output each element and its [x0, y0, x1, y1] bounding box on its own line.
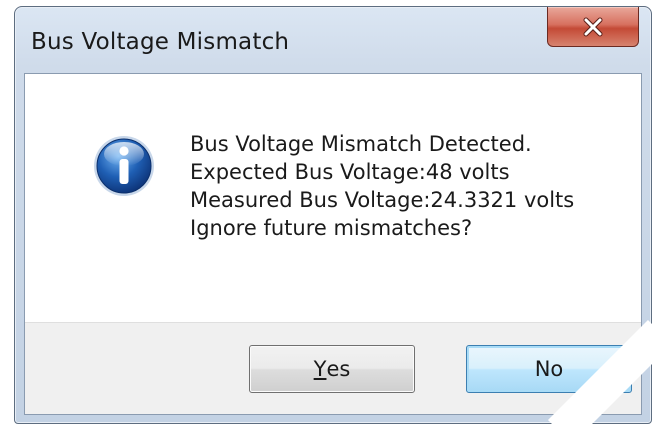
no-button[interactable]: No — [466, 345, 632, 393]
title-bar[interactable]: Bus Voltage Mismatch — [15, 7, 651, 75]
dialog-client-area: Bus Voltage Mismatch Detected. Expected … — [24, 73, 642, 415]
no-label: No — [534, 357, 564, 381]
screenshot-page: Bus Voltage Mismatch Bus Voltage Mismatc… — [0, 0, 660, 432]
yes-mnemonic: Y — [313, 357, 327, 381]
button-panel: Yes No — [25, 322, 641, 414]
message-dialog: Bus Voltage Mismatch Bus Voltage Mismatc… — [14, 6, 652, 424]
close-icon — [583, 17, 603, 36]
message-line: Ignore future mismatches? — [190, 216, 473, 240]
message-panel: Bus Voltage Mismatch Detected. Expected … — [25, 74, 641, 322]
message-line: Measured Bus Voltage:24.3321 volts — [190, 188, 575, 212]
yes-button[interactable]: Yes — [249, 345, 415, 393]
dialog-title: Bus Voltage Mismatch — [31, 29, 290, 55]
information-icon — [92, 134, 156, 198]
message-line: Expected Bus Voltage:48 volts — [190, 160, 510, 184]
message-text: Bus Voltage Mismatch Detected. Expected … — [190, 130, 574, 242]
message-line: Bus Voltage Mismatch Detected. — [190, 132, 532, 156]
yes-label-rest: es — [326, 357, 351, 381]
close-button[interactable] — [547, 7, 639, 47]
